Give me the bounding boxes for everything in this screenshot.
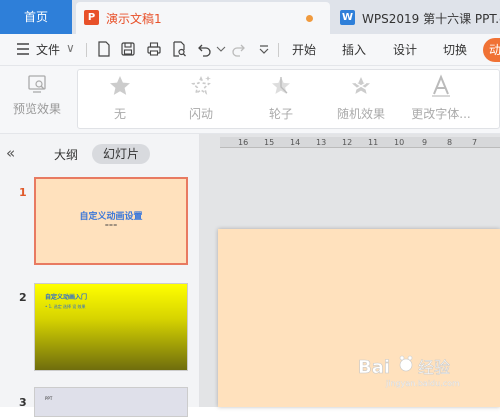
ruler-tick: 14 [290,138,301,147]
ruler-tick: 7 [472,138,478,147]
ppt-file-icon: P [84,10,99,25]
effect-wheel-label: 轮子 [268,107,293,121]
word-file-icon: W [340,10,355,25]
tab-switch[interactable]: 切换 [443,41,467,58]
ruler-tick: 16 [238,138,249,147]
slide-thumbnail-3[interactable]: PPT [34,387,188,417]
ruler-tick: 10 [394,138,405,147]
horizontal-ruler: 16 15 14 13 12 11 10 9 8 7 [220,137,500,148]
preview-icon [27,74,47,94]
effect-none[interactable]: 无 [82,74,158,122]
slide-thumbnail-subtitle: === [104,223,118,229]
slide-thumbnail-title: 自定义动画设置 [79,212,143,222]
ruler-tick: 8 [447,138,453,147]
baidu-jingyan-watermark: Bai 经验 jingyan.baidu.com [356,349,496,389]
preview-effect-button[interactable]: 预览效果 [8,72,66,128]
tab-outline[interactable]: 大纲 [54,146,78,163]
print-preview-icon[interactable] [171,41,187,57]
tab-bar: 首页 P 演示文稿1 W WPS2019 第十六课 PPT.d [0,0,500,34]
undo-icon[interactable] [197,41,213,57]
tab-wps-doc[interactable]: W WPS2019 第十六课 PPT.d [332,2,500,34]
svg-text:经验: 经验 [418,358,450,377]
new-document-icon[interactable] [96,41,112,57]
collapse-panel-icon[interactable]: « [6,144,15,162]
tab-home[interactable]: 首页 [0,0,72,34]
animation-ribbon: 预览效果 无 闪动 轮子 随机效果 更改字体... [0,66,500,134]
save-icon[interactable] [120,41,136,57]
random-star-icon [349,74,373,98]
effect-random[interactable]: 随机效果 [323,74,399,122]
slide-number: 3 [19,396,27,409]
effect-flash[interactable]: 闪动 [163,74,239,122]
effect-none-label: 无 [113,107,126,121]
animation-effects-gallery: 无 闪动 轮子 随机效果 更改字体... [77,69,500,129]
tab-slides[interactable]: 幻灯片 [92,144,150,164]
slide-thumbnail-2[interactable]: 自定义动画入门 • 1. 选定 选择 设 效果 [34,283,188,371]
change-font-button[interactable]: 更改字体... [403,74,479,122]
slide-thumbnail-title: PPT [45,396,53,401]
redo-icon[interactable] [230,41,246,57]
tab-wps-doc-label: WPS2019 第十六课 PPT.d [362,12,500,26]
tab-presentation-label: 演示文稿1 [106,12,162,26]
menu-bar: 文件 ∨ 开始 插入 设计 切换 动 [0,34,500,66]
sparkle-star-icon [189,74,213,98]
svg-text:Bai: Bai [358,357,390,378]
tab-animation-active[interactable]: 动 [483,38,500,62]
file-menu[interactable]: 文件 [36,41,60,58]
effect-random-label: 随机效果 [336,107,385,121]
ruler-tick: 9 [422,138,428,147]
slide-thumbnail-1[interactable]: 自定义动画设置 === [34,177,188,265]
tab-presentation-1[interactable]: P 演示文稿1 [76,2,330,34]
slide-thumbnail-subtitle: • 1. 选定 选择 设 效果 [45,304,86,309]
svg-text:jingyan.baidu.com: jingyan.baidu.com [385,379,460,388]
star-icon [108,74,132,98]
ruler-tick: 15 [264,138,275,147]
print-icon[interactable] [146,41,162,57]
effect-wheel[interactable]: 轮子 [243,74,319,122]
unsaved-dot-icon [306,15,313,22]
divider [86,43,87,57]
ruler-tick: 11 [368,138,379,147]
hamburger-menu-icon[interactable] [16,41,32,57]
wheel-star-icon [269,74,293,98]
ruler-tick: 13 [316,138,327,147]
tab-start[interactable]: 开始 [292,41,316,58]
tab-design[interactable]: 设计 [393,41,417,58]
change-font-label: 更改字体... [411,107,471,121]
slide-number: 2 [19,291,27,304]
chevron-down-icon[interactable]: ∨ [66,41,75,55]
slide-thumbnail-title: 自定义动画入门 [45,294,88,301]
divider [278,43,279,57]
quick-access-dropdown-icon[interactable] [256,41,272,57]
effect-flash-label: 闪动 [188,107,213,121]
slide-number: 1 [19,186,27,199]
undo-dropdown-icon[interactable] [213,41,229,57]
ruler-tick: 12 [342,138,353,147]
preview-effect-label: 预览效果 [12,102,61,116]
tab-insert[interactable]: 插入 [342,41,366,58]
font-a-icon [429,74,453,98]
